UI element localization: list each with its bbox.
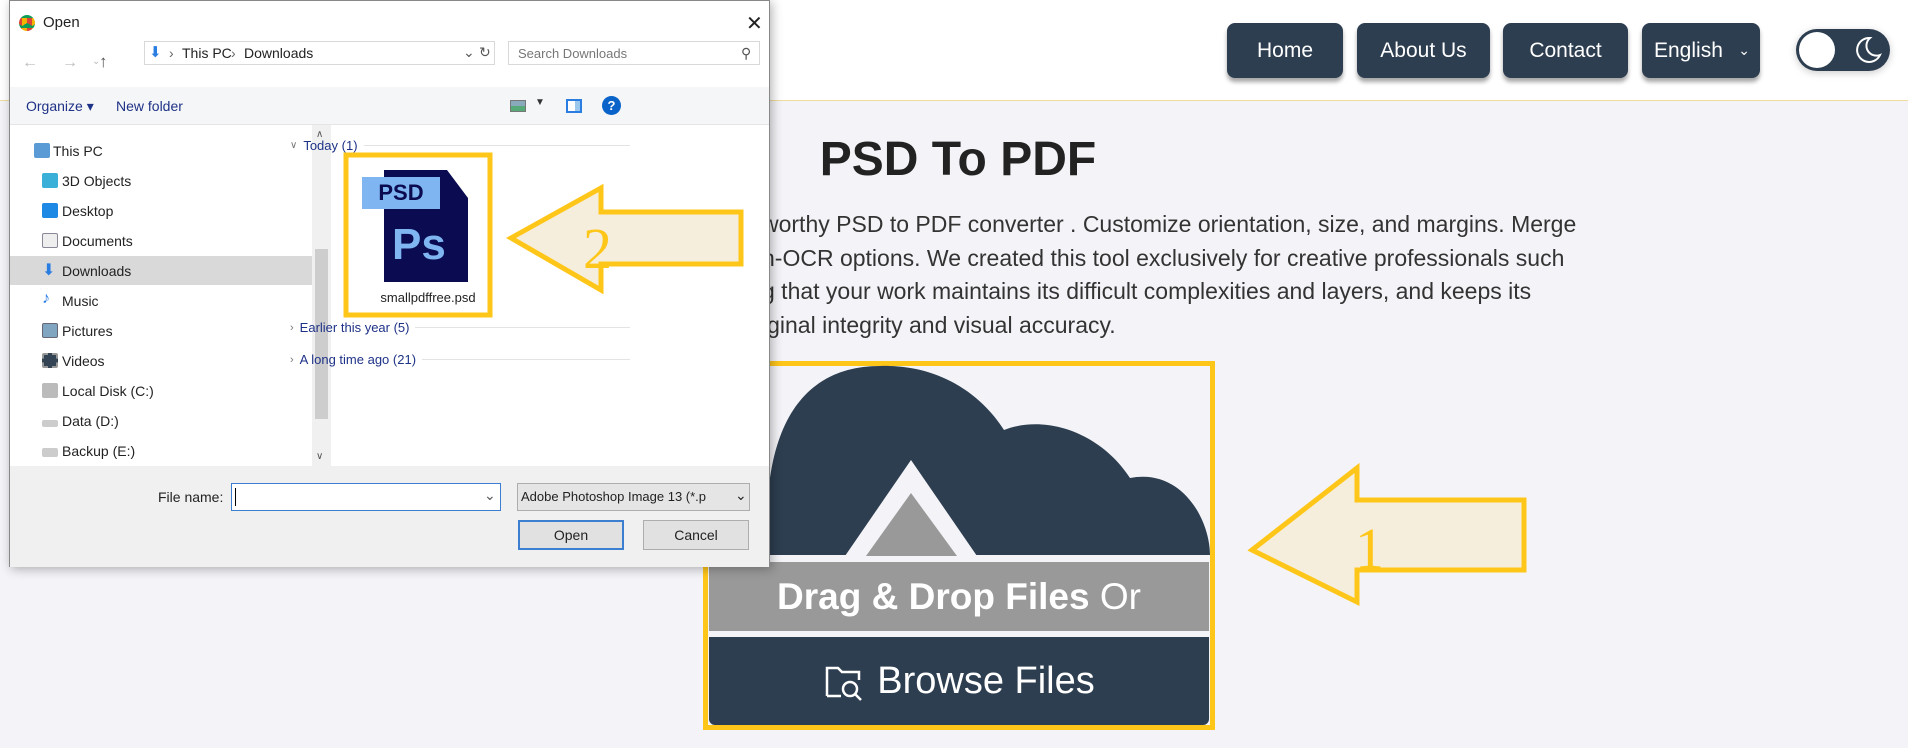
arrow-1-icon (1247, 462, 1527, 607)
annotation-number-2: 2 (583, 216, 612, 281)
annotation-arrows: 1 2 (343, 152, 1527, 607)
arrow-2-icon (505, 183, 744, 295)
annotation-number-1: 1 (1355, 516, 1384, 581)
file-highlight-box (343, 152, 493, 318)
